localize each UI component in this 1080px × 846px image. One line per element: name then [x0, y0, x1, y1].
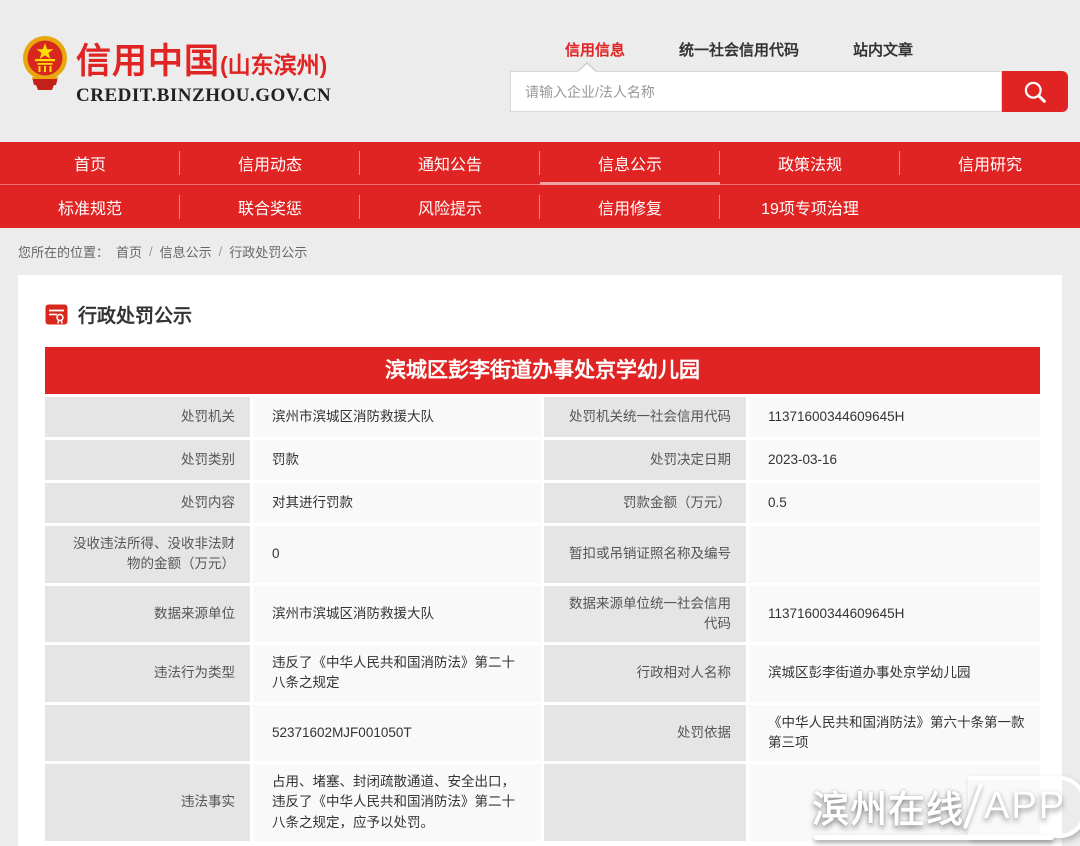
- value-penalty-category: 罚款: [253, 440, 541, 480]
- breadcrumb-current-page: 行政处罚公示: [229, 242, 307, 261]
- label-penalty-category: 处罚类别: [45, 440, 250, 480]
- label-confiscation-amount: 没收违法所得、没收非法财物的金额（万元）: [45, 526, 250, 583]
- certificate-icon: [45, 303, 68, 326]
- binzhou-online-app-watermark: 滨州在线 APP: [812, 770, 1080, 842]
- search-bar: [510, 71, 1068, 112]
- breadcrumb-label: 您所在的位置：: [18, 242, 109, 261]
- nav-item-standards[interactable]: 标准规范: [0, 185, 180, 228]
- penalty-table-row: 52371602MJF001050T 处罚依据 《中华人民共和国消防法》第六十条…: [45, 705, 1040, 762]
- label-violation-facts: 违法事实: [45, 764, 250, 841]
- label-counterpart-name: 行政相对人名称: [544, 645, 746, 702]
- nav-item-info-disclosure[interactable]: 信息公示: [540, 142, 720, 184]
- label-penalty-authority: 处罚机关: [45, 397, 250, 437]
- value-counterpart-name: 滨城区彭李街道办事处京学幼儿园: [749, 645, 1040, 702]
- content-card: 行政处罚公示 滨城区彭李街道办事处京学幼儿园 处罚机关 滨州市滨城区消防救援大队…: [18, 275, 1062, 846]
- logo-text: 信用中国(山东滨州) CREDIT.BINZHOU.GOV.CN: [76, 33, 331, 107]
- search-input[interactable]: [510, 71, 1002, 112]
- label-authority-credit-code: 处罚机关统一社会信用代码: [544, 397, 746, 437]
- penalty-table-row: 处罚机关 滨州市滨城区消防救援大队 处罚机关统一社会信用代码 113716003…: [45, 397, 1040, 437]
- value-penalty-basis: 《中华人民共和国消防法》第六十条第一款第三项: [749, 705, 1040, 762]
- value-data-source-unit: 滨州市滨城区消防救援大队: [253, 586, 541, 643]
- label-data-source-unit: 数据来源单位: [45, 586, 250, 643]
- value-penalty-authority: 滨州市滨城区消防救援大队: [253, 397, 541, 437]
- penalty-table-row: 违法行为类型 违反了《中华人民共和国消防法》第二十八条之规定 行政相对人名称 滨…: [45, 645, 1040, 702]
- main-nav-row-2: 标准规范 联合奖惩 风险提示 信用修复 19项专项治理: [0, 185, 1080, 228]
- site-logo[interactable]: 信用中国(山东滨州) CREDIT.BINZHOU.GOV.CN: [22, 33, 331, 107]
- site-title-suffix: (山东滨州): [220, 46, 327, 80]
- search-button[interactable]: [1002, 71, 1068, 112]
- section-header: 行政处罚公示: [45, 301, 192, 328]
- breadcrumb-home[interactable]: 首页: [116, 242, 142, 261]
- value-fine-amount: 0.5: [749, 483, 1040, 523]
- value-confiscation-amount: 0: [253, 526, 541, 583]
- main-nav: 首页 信用动态 通知公告 信息公示 政策法规 信用研究 标准规范 联合奖惩 风险…: [0, 142, 1080, 228]
- value-source-credit-code: 11371600344609645H: [749, 586, 1040, 643]
- entity-name-banner: 滨城区彭李街道办事处京学幼儿园: [45, 347, 1040, 394]
- header-tab-links: 信用信息 统一社会信用代码 站内文章: [565, 39, 913, 60]
- nav-item-credit-news[interactable]: 信用动态: [180, 142, 360, 184]
- nav-item-policies[interactable]: 政策法规: [720, 142, 900, 184]
- label-source-credit-code: 数据来源单位统一社会信用代码: [544, 586, 746, 643]
- watermark-bubble-outline: [968, 776, 1080, 838]
- national-emblem-icon: [22, 33, 68, 91]
- value-authority-credit-code: 11371600344609645H: [749, 397, 1040, 437]
- nav-item-credit-repair[interactable]: 信用修复: [540, 185, 720, 228]
- label-fine-amount: 罚款金额（万元）: [544, 483, 746, 523]
- breadcrumb: 您所在的位置： 首页 / 信息公示 / 行政处罚公示: [18, 228, 307, 275]
- value-violation-type: 违反了《中华人民共和国消防法》第二十八条之规定: [253, 645, 541, 702]
- top-link-unified-code[interactable]: 统一社会信用代码: [679, 39, 799, 60]
- watermark-text: 滨州在线: [812, 779, 964, 833]
- nav-item-notices[interactable]: 通知公告: [360, 142, 540, 184]
- label-empty: [45, 705, 250, 762]
- site-domain: CREDIT.BINZHOU.GOV.CN: [76, 85, 331, 107]
- breadcrumb-separator: /: [219, 244, 223, 259]
- nav-item-home[interactable]: 首页: [0, 142, 180, 184]
- value-violation-facts: 占用、堵塞、封闭疏散通道、安全出口，违反了《中华人民共和国消防法》第二十八条之规…: [253, 764, 541, 841]
- breadcrumb-info-disclosure[interactable]: 信息公示: [160, 242, 212, 261]
- value-counterpart-code: 52371602MJF001050T: [253, 705, 541, 762]
- nav-item-risk-alerts[interactable]: 风险提示: [360, 185, 540, 228]
- label-decision-date: 处罚决定日期: [544, 440, 746, 480]
- penalty-table-row: 数据来源单位 滨州市滨城区消防救援大队 数据来源单位统一社会信用代码 11371…: [45, 586, 1040, 643]
- value-license-suspension: [749, 526, 1040, 583]
- watermark-underline: [814, 835, 1054, 840]
- nav-item-joint-incentives[interactable]: 联合奖惩: [180, 185, 360, 228]
- value-decision-date: 2023-03-16: [749, 440, 1040, 480]
- penalty-table-row: 处罚内容 对其进行罚款 罚款金额（万元） 0.5: [45, 483, 1040, 523]
- main-nav-row-1: 首页 信用动态 通知公告 信息公示 政策法规 信用研究: [0, 142, 1080, 185]
- label-license-suspension: 暂扣或吊销证照名称及编号: [544, 526, 746, 583]
- site-title: 信用中国: [76, 33, 220, 84]
- top-link-credit-info[interactable]: 信用信息: [565, 39, 625, 60]
- page-title: 行政处罚公示: [78, 301, 192, 328]
- penalty-table-row: 处罚类别 罚款 处罚决定日期 2023-03-16: [45, 440, 1040, 480]
- page: 信用中国(山东滨州) CREDIT.BINZHOU.GOV.CN 信用信息 统一…: [0, 0, 1080, 846]
- label-violation-type: 违法行为类型: [45, 645, 250, 702]
- penalty-table-row: 没收违法所得、没收非法财物的金额（万元） 0 暂扣或吊销证照名称及编号: [45, 526, 1040, 583]
- label-empty: [544, 764, 746, 841]
- search-icon: [1021, 78, 1049, 106]
- site-header: 信用中国(山东滨州) CREDIT.BINZHOU.GOV.CN 信用信息 统一…: [0, 0, 1080, 142]
- breadcrumb-separator: /: [149, 244, 153, 259]
- label-penalty-basis: 处罚依据: [544, 705, 746, 762]
- nav-item-credit-research[interactable]: 信用研究: [900, 142, 1080, 184]
- top-link-site-articles[interactable]: 站内文章: [853, 39, 913, 60]
- value-penalty-content: 对其进行罚款: [253, 483, 541, 523]
- nav-item-special-governance[interactable]: 19项专项治理: [720, 185, 900, 228]
- label-penalty-content: 处罚内容: [45, 483, 250, 523]
